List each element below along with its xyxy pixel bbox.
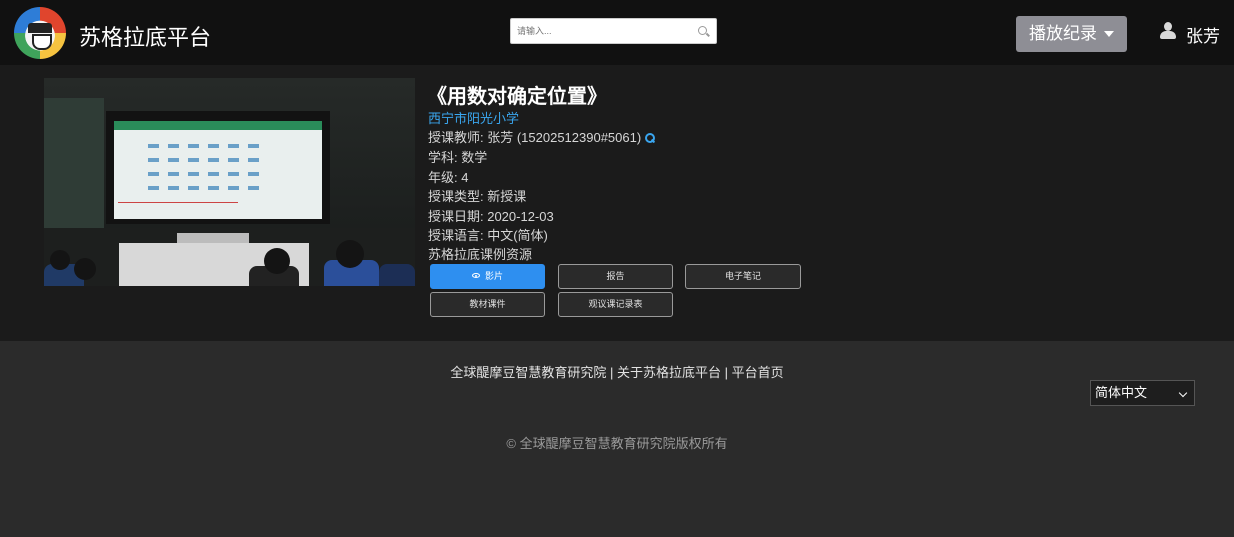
subject-info: 学科: 数学	[428, 150, 488, 165]
lesson-panel: 《用数对确定位置》 西宁市阳光小学 授课教师: 张芳 (15202512390#…	[0, 65, 1234, 341]
lesson-language-info: 授课语言: 中文(简体)	[428, 228, 548, 243]
thumbnail-seat	[248, 172, 259, 176]
report-button[interactable]: 报告	[558, 264, 673, 289]
playback-label: 播放纪录	[1029, 24, 1097, 43]
thumbnail-student	[379, 264, 415, 286]
footer-links: 全球醍摩豆智慧教育研究院 | 关于苏格拉底平台 | 平台首页	[0, 362, 1234, 381]
thumbnail-seat	[188, 158, 199, 162]
user-icon	[1160, 22, 1176, 40]
thumbnail-seat	[228, 172, 239, 176]
footer-link-institute[interactable]: 全球醍摩豆智慧教育研究院	[450, 365, 606, 380]
thumbnail-seat	[148, 158, 159, 162]
thumbnail-seat	[248, 144, 259, 148]
footer-link-home[interactable]: 平台首页	[732, 365, 784, 380]
materials-button[interactable]: 教材课件	[430, 292, 545, 317]
thumbnail-seat	[228, 158, 239, 162]
lesson-date-info: 授课日期: 2020-12-03	[428, 209, 554, 224]
lesson-thumbnail[interactable]	[44, 78, 415, 286]
thumbnail-seat	[148, 186, 159, 190]
thumbnail-chalkboard	[44, 98, 104, 228]
logo-icon[interactable]	[14, 7, 66, 59]
thumbnail-seat	[148, 144, 159, 148]
teacher-info: 授课教师: 张芳 (15202512390#5061)	[428, 127, 656, 146]
chevron-down-icon	[1178, 388, 1188, 398]
thumbnail-seat	[168, 172, 179, 176]
lesson-type-info: 授课类型: 新授课	[428, 189, 527, 204]
thumbnail-seat	[208, 144, 219, 148]
search-teacher-icon[interactable]	[645, 133, 656, 143]
thumbnail-seat	[208, 158, 219, 162]
search-icon[interactable]	[698, 26, 707, 35]
thumbnail-seat	[208, 172, 219, 176]
thumbnail-seat	[168, 144, 179, 148]
thumbnail-student-head	[50, 250, 70, 270]
e-notes-button[interactable]: 电子笔记	[685, 264, 801, 289]
language-select[interactable]: 简体中文	[1090, 380, 1195, 406]
footer-separator: |	[724, 365, 729, 380]
brand-title[interactable]: 苏格拉底平台	[79, 20, 211, 52]
observation-record-button[interactable]: 观议课记录表	[558, 292, 673, 317]
video-button[interactable]: 影片	[430, 264, 545, 289]
thumbnail-seat	[188, 186, 199, 190]
video-button-label: 影片	[484, 271, 503, 281]
thumbnail-screen-bar	[114, 121, 322, 130]
copyright-text: © 全球醍摩豆智慧教育研究院版权所有	[506, 436, 728, 451]
grade-info: 年级: 4	[428, 170, 469, 185]
thumbnail-red-line	[118, 202, 238, 203]
teacher-text: 授课教师: 张芳 (15202512390#5061)	[428, 130, 642, 145]
thumbnail-student-head	[336, 240, 364, 268]
school-link[interactable]: 西宁市阳光小学	[428, 108, 519, 127]
caret-down-icon	[1104, 31, 1114, 37]
thumbnail-seat	[188, 172, 199, 176]
search-box	[510, 18, 717, 44]
thumbnail-seat	[228, 144, 239, 148]
thumbnail-student-head	[264, 248, 290, 274]
user-name: 张芳	[1186, 27, 1220, 46]
thumbnail-seat	[168, 186, 179, 190]
footer-separator: |	[609, 365, 614, 380]
thumbnail-student-head	[74, 258, 96, 280]
thumbnail-seat	[228, 186, 239, 190]
lesson-title: 《用数对确定位置》	[427, 86, 607, 108]
resources-heading: 苏格拉底课例资源	[428, 247, 533, 262]
eye-icon	[471, 273, 480, 279]
top-navbar: 苏格拉底平台 播放纪录 张芳	[0, 0, 1234, 65]
thumbnail-seat	[208, 186, 219, 190]
thumbnail-seat	[248, 158, 259, 162]
thumbnail-seat	[148, 172, 159, 176]
footer-link-about[interactable]: 关于苏格拉底平台	[617, 365, 721, 380]
thumbnail-screen	[114, 121, 322, 219]
language-value: 简体中文	[1095, 385, 1148, 400]
thumbnail-seat	[188, 144, 199, 148]
playback-history-dropdown[interactable]: 播放纪录	[1016, 16, 1127, 52]
thumbnail-seat	[168, 158, 179, 162]
thumbnail-seat	[248, 186, 259, 190]
search-input[interactable]	[511, 19, 691, 43]
